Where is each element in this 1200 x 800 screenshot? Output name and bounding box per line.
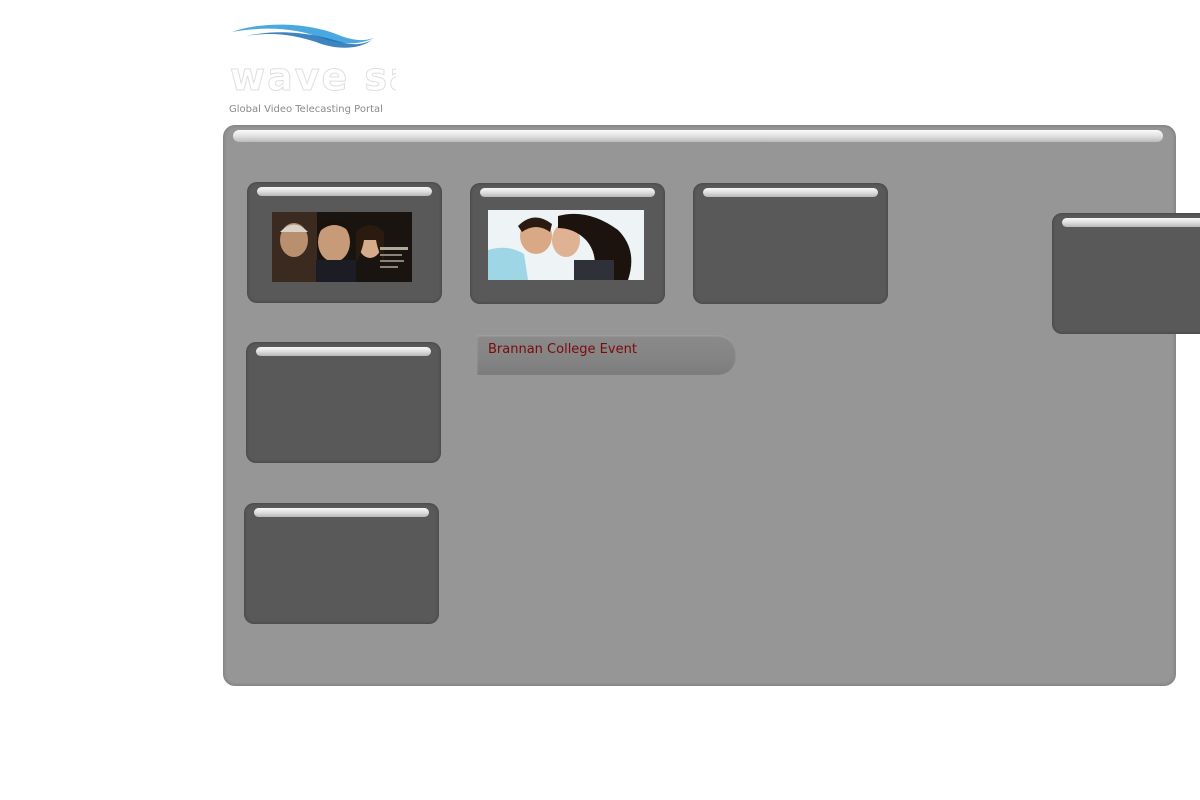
logo-text: wave sat [230, 55, 396, 99]
video-tile-3[interactable] [693, 183, 888, 304]
main-panel: Brannan College Event [223, 125, 1176, 686]
wave-logo-icon: wave sat [230, 24, 396, 100]
video-thumbnail-2[interactable] [488, 210, 644, 280]
video-tile-1[interactable] [247, 182, 442, 303]
movie-still-image [488, 210, 644, 280]
movie-poster-image [272, 212, 412, 282]
tile-gloss [703, 188, 878, 197]
tile-gloss [1062, 218, 1200, 227]
site-tagline: Global Video Telecasting Portal [229, 104, 383, 115]
tile-gloss [256, 347, 431, 356]
event-label-button[interactable]: Brannan College Event [477, 335, 736, 375]
tile-gloss [257, 187, 432, 196]
video-tile-2[interactable] [470, 183, 665, 304]
video-thumbnail-1[interactable] [272, 212, 412, 282]
tile-gloss [480, 188, 655, 197]
panel-gloss [233, 130, 1163, 142]
tile-gloss [254, 508, 429, 517]
event-label-text: Brannan College Event [488, 342, 637, 357]
video-tile-5[interactable] [244, 503, 439, 624]
video-tile-4[interactable] [246, 342, 441, 463]
video-tile-side[interactable] [1052, 213, 1200, 334]
